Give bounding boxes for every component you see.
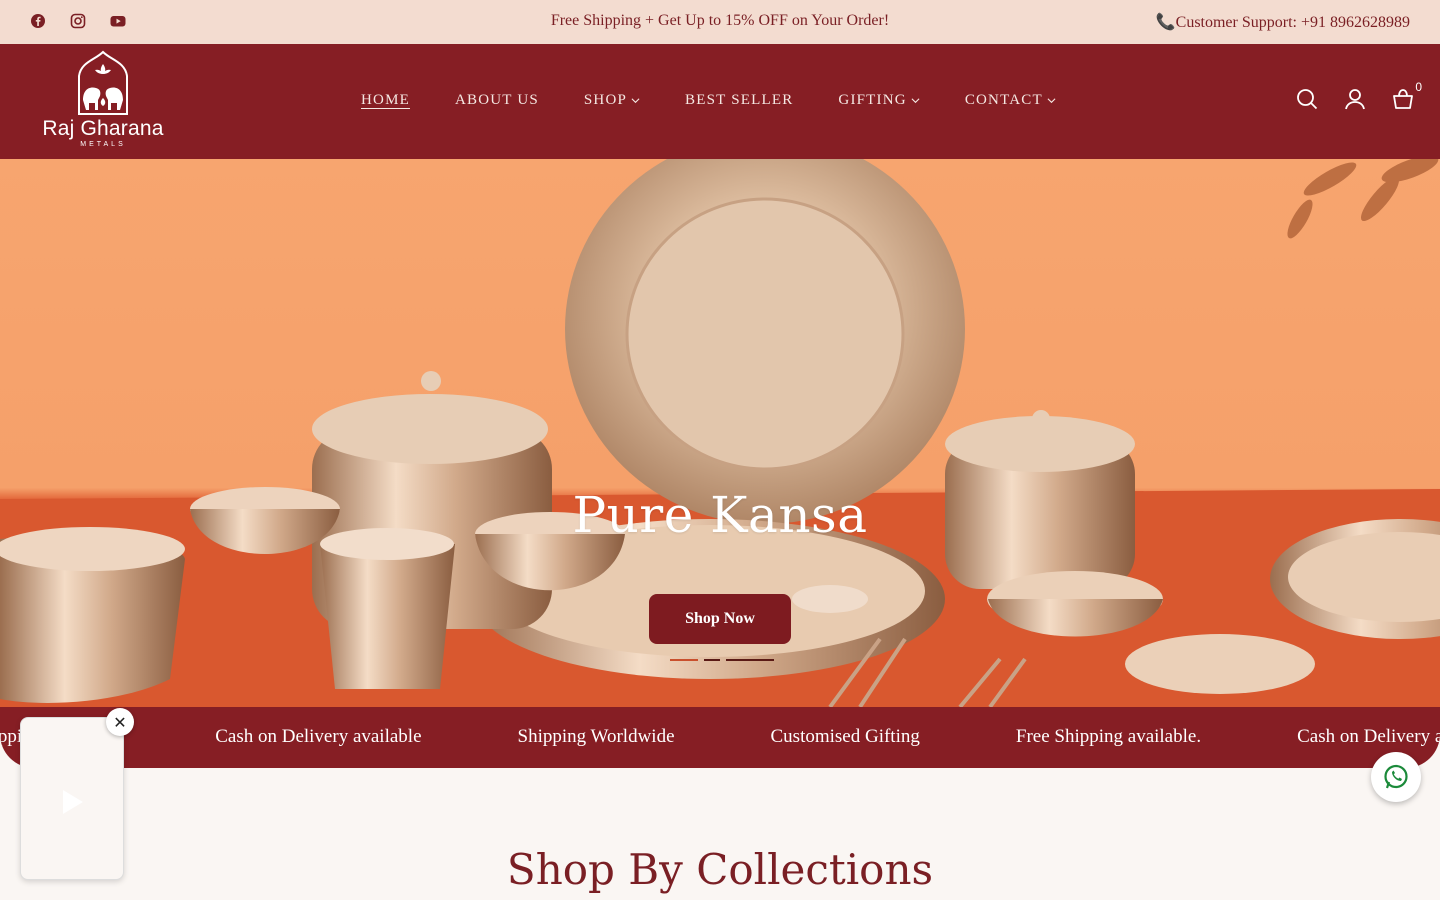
cart-count-badge: 0 xyxy=(1415,80,1422,94)
site-header: Raj Gharana METALS HOME ABOUT US SHOP BE… xyxy=(0,44,1440,159)
nav-shop[interactable]: SHOP xyxy=(584,92,640,109)
nav-gifting-label: GIFTING xyxy=(838,92,907,108)
whatsapp-button[interactable] xyxy=(1371,752,1421,802)
play-icon[interactable] xyxy=(63,790,83,814)
carousel-dot[interactable] xyxy=(726,659,774,661)
nav-contact[interactable]: CONTACT xyxy=(965,92,1056,109)
nav-best-seller[interactable]: BEST SELLER xyxy=(685,92,793,109)
hero-title: Pure Kansa xyxy=(572,486,868,544)
header-actions: 0 xyxy=(1296,80,1422,110)
chevron-down-icon xyxy=(1047,98,1056,104)
whatsapp-icon xyxy=(1384,764,1408,789)
nav-contact-label: CONTACT xyxy=(964,92,1043,108)
nav-about-us-label: ABOUT US xyxy=(454,92,539,108)
carousel-dot[interactable] xyxy=(704,659,720,661)
account-icon[interactable] xyxy=(1344,88,1366,110)
shop-now-button[interactable]: Shop Now xyxy=(649,594,791,644)
carousel-indicators xyxy=(670,659,774,661)
logo[interactable]: Raj Gharana METALS xyxy=(38,50,168,154)
carousel-dot[interactable] xyxy=(670,659,698,661)
brand-name: Raj Gharana xyxy=(42,117,164,140)
nav-home[interactable]: HOME xyxy=(361,92,410,109)
close-icon[interactable]: ✕ xyxy=(106,708,134,736)
logo-emblem-icon xyxy=(78,50,128,115)
nav-home-label: HOME xyxy=(361,92,410,108)
marquee-track: Free Shipping available. Cash on Delivery… xyxy=(0,726,1440,748)
nav-best-seller-label: BEST SELLER xyxy=(685,92,794,108)
collections-title: Shop By Collections xyxy=(506,845,934,894)
search-icon[interactable] xyxy=(1296,88,1318,110)
marquee-item: Customised Gifting xyxy=(770,726,920,747)
announcement-marquee: Free Shipping available. Cash on Delivery… xyxy=(0,707,1440,768)
marquee-item: Shipping Worldwide xyxy=(517,726,675,747)
chevron-down-icon xyxy=(631,98,640,104)
marquee-item: Free Shipping available. xyxy=(1015,726,1202,747)
nav-gifting[interactable]: GIFTING xyxy=(838,92,920,109)
announcement-bar: Free Shipping + Get Up to 15% OFF on You… xyxy=(0,0,1440,44)
brand-subtitle: METALS xyxy=(80,141,126,148)
nav-shop-label: SHOP xyxy=(583,92,628,108)
customer-support-text: 📞Customer Support: +91 8962628989 xyxy=(1155,14,1410,31)
marquee-item: Cash on Delivery available xyxy=(1297,726,1440,747)
marquee-item: Cash on Delivery available xyxy=(215,726,422,747)
main-nav: HOME ABOUT US SHOP BEST SELLER GIFTING C… xyxy=(361,92,1101,109)
cart-icon[interactable]: 0 xyxy=(1392,80,1422,110)
chevron-down-icon xyxy=(911,98,920,104)
nav-about-us[interactable]: ABOUT US xyxy=(455,92,539,109)
hero-banner[interactable]: Pure Kansa Shop Now xyxy=(0,159,1440,707)
